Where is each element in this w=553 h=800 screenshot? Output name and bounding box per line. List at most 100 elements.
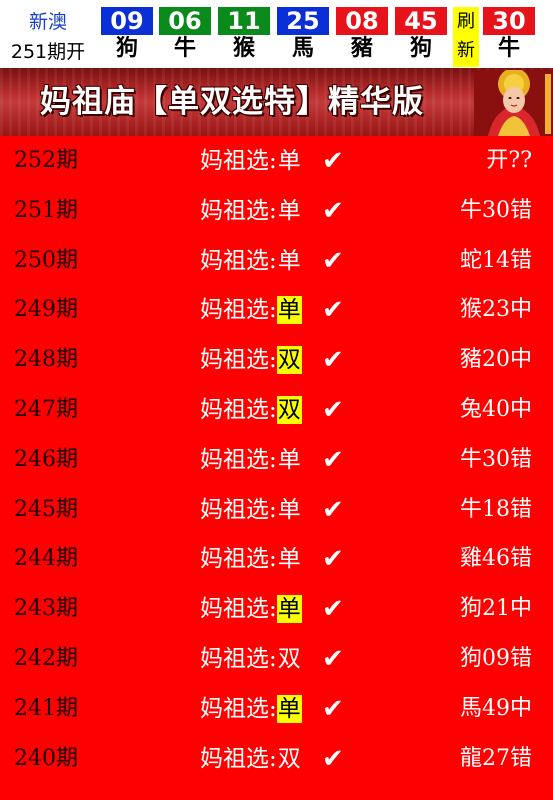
banner-title: 妈祖庙【单双选特】精华版	[40, 84, 424, 120]
list-item: 242期 妈祖选:双 ✔ 狗09错	[0, 634, 553, 684]
result-value: 狗09错	[460, 645, 532, 671]
pick-label: 妈祖选:	[200, 148, 277, 174]
pick-value: 双	[277, 645, 301, 672]
ball-1: 09 狗	[101, 7, 153, 65]
ball-zodiac: 牛	[483, 35, 535, 65]
pick-value: 单	[277, 496, 301, 523]
pick-cell: 妈祖选:单	[200, 186, 302, 236]
pick-label: 妈祖选:	[200, 745, 277, 772]
pick-label: 妈祖选:	[200, 347, 277, 374]
ball-number: 09	[101, 7, 153, 35]
list-item: 251期 妈祖选:单 ✔ 牛30错	[0, 186, 553, 236]
title-banner: 妈祖庙【单双选特】精华版	[0, 68, 553, 136]
pick-label: 妈祖选:	[200, 596, 277, 623]
pick-cell: 妈祖选:双	[200, 385, 302, 435]
pick-label: 妈祖选:	[200, 546, 277, 573]
prediction-list: 252期 妈祖选:单 ✔ 开?? 251期 妈祖选:单 ✔ 牛30错 250期 …	[0, 136, 553, 783]
period-number: 241期	[14, 695, 78, 721]
ball-zodiac: 狗	[395, 35, 447, 65]
pick-value: 单	[277, 148, 301, 174]
check-icon: ✔	[322, 345, 344, 376]
lottery-result-bar: 新澳 251期开 09 狗 06 牛 11 猴 25 馬 08 豬 45 狗 刷…	[0, 0, 553, 68]
ball-6: 45 狗	[395, 7, 447, 65]
period-number: 246期	[14, 446, 78, 472]
period-number: 240期	[14, 745, 78, 771]
pick-value: 单	[277, 446, 301, 473]
list-item: 240期 妈祖选:双 ✔ 龍27错	[0, 734, 553, 784]
pick-cell: 妈祖选:单	[200, 684, 302, 734]
check-icon: ✔	[322, 245, 344, 276]
list-item: 252期 妈祖选:单 ✔ 开??	[0, 136, 553, 186]
pick-label: 妈祖选:	[200, 695, 277, 722]
ball-number: 30	[483, 7, 535, 35]
ball-5: 08 豬	[336, 7, 388, 65]
ball-number: 45	[395, 7, 447, 35]
pick-label: 妈祖选:	[200, 297, 277, 324]
pick-value: 单	[276, 595, 302, 624]
period-number: 242期	[14, 645, 78, 671]
lottery-brand: 新澳 251期开	[0, 0, 96, 68]
list-item: 245期 妈祖选:单 ✔ 牛18错	[0, 485, 553, 535]
refresh-label-top: 刷	[457, 11, 475, 32]
pick-cell: 妈祖选:双	[200, 634, 302, 684]
pick-value: 单	[277, 247, 301, 274]
pick-label: 妈祖选:	[200, 247, 277, 274]
pick-label: 妈祖选:	[200, 446, 277, 473]
list-item: 248期 妈祖选:双 ✔ 豬20中	[0, 335, 553, 385]
check-icon: ✔	[322, 295, 344, 326]
ball-3: 11 猴	[218, 7, 270, 65]
ball-number: 06	[159, 7, 211, 35]
result-value: 蛇14错	[460, 247, 532, 273]
check-icon: ✔	[322, 146, 344, 176]
result-value: 牛30错	[460, 197, 532, 223]
result-value: 开??	[486, 148, 532, 173]
period-number: 249期	[14, 297, 78, 323]
pick-value: 双	[276, 346, 302, 375]
result-value: 兔40中	[460, 396, 532, 422]
pick-label: 妈祖选:	[200, 645, 277, 672]
ball-zodiac: 牛	[159, 35, 211, 65]
pick-value: 单	[277, 546, 301, 573]
pick-cell: 妈祖选:双	[200, 335, 302, 385]
ball-zodiac: 狗	[101, 35, 153, 65]
result-value: 牛18错	[460, 496, 532, 522]
result-value: 牛30错	[460, 446, 532, 472]
refresh-label-bottom: 新	[457, 40, 475, 61]
list-item: 247期 妈祖选:双 ✔ 兔40中	[0, 385, 553, 435]
ball-zodiac: 馬	[277, 35, 329, 65]
pick-label: 妈祖选:	[200, 496, 277, 523]
ball-zodiac: 猴	[218, 35, 270, 65]
list-item: 250期 妈祖选:单 ✔ 蛇14错	[0, 236, 553, 286]
period-number: 245期	[14, 496, 78, 522]
list-item: 243期 妈祖选:单 ✔ 狗21中	[0, 584, 553, 634]
period-number: 251期	[14, 197, 78, 223]
check-icon: ✔	[322, 643, 344, 674]
check-icon: ✔	[322, 195, 344, 226]
list-item: 246期 妈祖选:单 ✔ 牛30错	[0, 435, 553, 485]
check-icon: ✔	[322, 494, 344, 525]
pick-cell: 妈祖选:单	[200, 236, 302, 286]
ball-number: 11	[218, 7, 270, 35]
result-value: 雞46错	[460, 546, 532, 572]
pick-cell: 妈祖选:单	[200, 584, 302, 634]
pick-cell: 妈祖选:单	[200, 136, 302, 186]
mazu-deity-icon	[474, 70, 553, 136]
result-value: 狗21中	[460, 596, 532, 622]
pick-label: 妈祖选:	[200, 396, 277, 423]
ball-number: 25	[277, 7, 329, 35]
period-number: 244期	[14, 546, 78, 572]
pick-cell: 妈祖选:单	[200, 285, 302, 335]
period-number: 247期	[14, 396, 78, 422]
brand-name: 新澳	[28, 11, 67, 33]
period-number: 250期	[14, 247, 78, 273]
check-icon: ✔	[322, 594, 344, 625]
pick-label: 妈祖选:	[200, 197, 277, 224]
period-number: 243期	[14, 596, 78, 622]
period-number: 248期	[14, 347, 78, 373]
result-value: 豬20中	[460, 347, 532, 373]
refresh-button[interactable]: 刷 新	[453, 7, 479, 67]
check-icon: ✔	[322, 394, 344, 425]
pick-value: 双	[277, 745, 301, 772]
period-number: 252期	[14, 148, 78, 173]
draw-issue: 251期开	[10, 41, 86, 63]
